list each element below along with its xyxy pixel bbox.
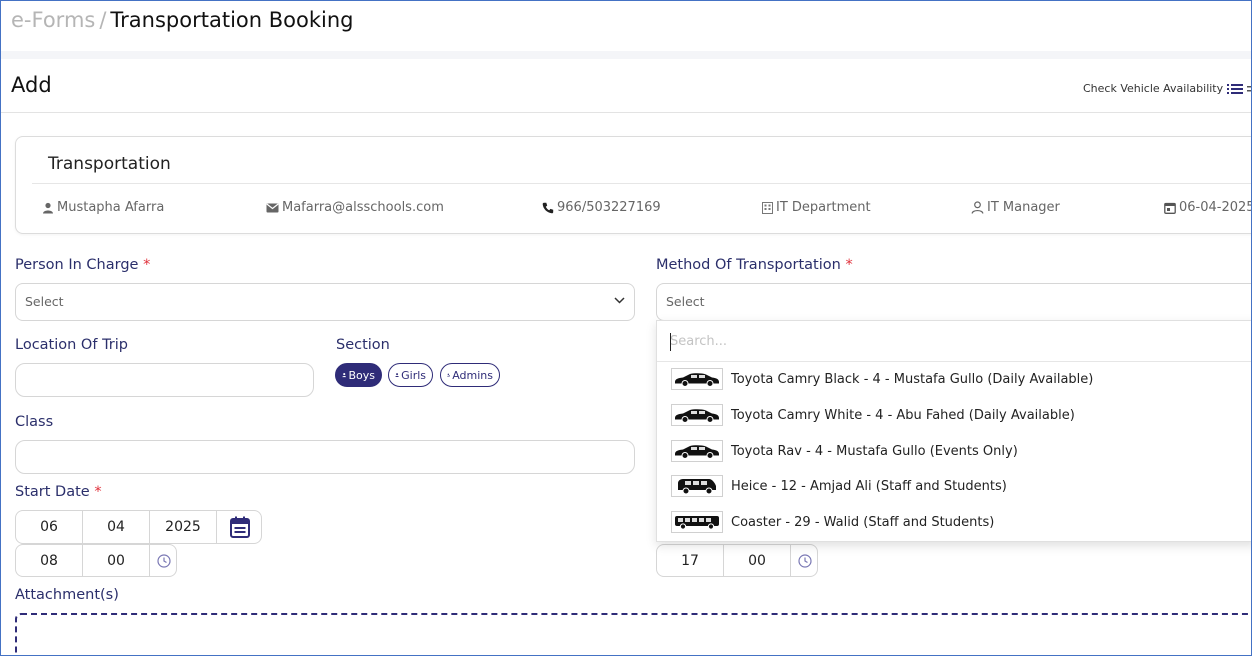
vehicle-option[interactable]: Toyota Camry Black - 4 - Mustafa Gullo (… (671, 367, 1093, 391)
method-select[interactable]: Select (656, 283, 1251, 321)
method-dropdown: Search... Toyota Camry Black - 4 - Musta… (656, 320, 1251, 542)
location-input[interactable] (15, 363, 314, 397)
start-day-field[interactable]: 06 (16, 511, 83, 543)
info-name-text: Mustapha Afarra (57, 200, 165, 215)
building-icon (762, 201, 773, 214)
method-placeholder: Select (666, 294, 705, 309)
vehicle-option-label: Coaster - 29 - Walid (Staff and Students… (731, 514, 995, 530)
user-shield-icon (447, 373, 451, 377)
top-bar: e-Forms / Transportation Booking (1, 1, 1251, 51)
person-in-charge-label: Person In Charge * (15, 257, 150, 273)
bus-icon (671, 511, 723, 533)
info-role-text: IT Manager (987, 200, 1060, 215)
info-date: 06-04-2025 (1164, 200, 1252, 215)
sedan-icon (671, 404, 723, 426)
section-label: Section (336, 337, 390, 353)
calendar-icon (1164, 202, 1176, 214)
start-clock-button[interactable] (150, 545, 178, 576)
person-in-charge-label-text: Person In Charge (15, 257, 139, 273)
vehicle-option[interactable]: Toyota Rav - 4 - Mustafa Gullo (Events O… (671, 439, 1018, 463)
list-icon (1227, 83, 1244, 94)
info-email-text: Mafarra@alsschools.com (282, 200, 444, 215)
vehicle-option[interactable]: Toyota Camry White - 4 - Abu Fahed (Dail… (671, 403, 1075, 427)
start-hour-field[interactable]: 08 (16, 545, 83, 576)
section-pill-girls[interactable]: Girls (388, 363, 433, 387)
clock-icon (798, 553, 812, 568)
header-divider (1, 112, 1251, 113)
required-marker: * (94, 484, 102, 500)
vehicle-option-label: Toyota Camry White - 4 - Abu Fahed (Dail… (731, 407, 1075, 423)
header-gap (1, 51, 1251, 59)
breadcrumb-current: Transportation Booking (110, 8, 354, 32)
info-card: Transportation Mustapha Afarra Mafarra@a… (15, 136, 1252, 234)
vehicle-option-label: Toyota Rav - 4 - Mustafa Gullo (Events O… (731, 443, 1018, 459)
section-pill-admins[interactable]: Admins (440, 363, 500, 387)
person-in-charge-placeholder: Select (25, 294, 64, 309)
attachment-dropzone[interactable] (15, 613, 1251, 655)
vehicle-option[interactable]: Heice - 12 - Amjad Ali (Staff and Studen… (671, 474, 1007, 498)
class-label: Class (15, 414, 54, 430)
section-pill-boys-label: Boys (348, 368, 375, 382)
info-email: Mafarra@alsschools.com (266, 200, 444, 215)
filter-icon[interactable] (1247, 84, 1252, 94)
method-label: Method Of Transportation * (656, 257, 853, 273)
vehicle-option[interactable]: Coaster - 29 - Walid (Staff and Students… (671, 510, 994, 534)
start-minute-field[interactable]: 00 (83, 545, 150, 576)
info-department-text: IT Department (776, 200, 871, 215)
page-title: Add (11, 73, 52, 97)
info-role: IT Manager (971, 200, 1060, 215)
required-marker: * (845, 257, 853, 273)
user-icon (43, 202, 53, 213)
van-icon (671, 475, 723, 497)
section-pill-admins-label: Admins (452, 368, 493, 382)
info-phone-text: 966/503227169 (557, 200, 661, 215)
card-title: Transportation (48, 154, 171, 174)
vehicle-option-label: Heice - 12 - Amjad Ali (Staff and Studen… (731, 478, 1007, 494)
app-frame: e-Forms / Transportation Booking Add Check… (0, 0, 1252, 656)
text-caret (670, 333, 671, 351)
breadcrumb-root[interactable]: e-Forms (11, 8, 95, 32)
info-date-text: 06-04-2025 (1179, 200, 1252, 215)
end-hour-field[interactable]: 17 (657, 545, 724, 576)
start-year-field[interactable]: 2025 (150, 511, 217, 543)
chevron-down-icon (614, 297, 625, 304)
class-input[interactable] (15, 440, 635, 474)
sedan-icon (671, 368, 723, 390)
person-in-charge-select[interactable]: Select (15, 283, 635, 321)
end-time-picker: 17 00 (656, 544, 818, 577)
dropdown-divider (657, 361, 1251, 362)
breadcrumb: e-Forms / Transportation Booking (11, 8, 353, 32)
method-label-text: Method Of Transportation (656, 257, 841, 273)
start-date-label: Start Date * (15, 484, 102, 500)
location-label: Location Of Trip (15, 337, 128, 353)
attachments-label: Attachment(s) (15, 587, 119, 603)
end-clock-button[interactable] (791, 545, 819, 576)
check-availability-link[interactable]: Check Vehicle Availability (1083, 82, 1252, 95)
clock-icon (157, 553, 171, 568)
start-date-label-text: Start Date (15, 484, 90, 500)
calendar-button[interactable] (217, 511, 263, 543)
end-minute-field[interactable]: 00 (724, 545, 791, 576)
section-pill-girls-label: Girls (401, 368, 426, 382)
vehicle-option-label: Toyota Camry Black - 4 - Mustafa Gullo (… (731, 371, 1094, 387)
card-divider (32, 183, 1251, 184)
dropdown-search-input[interactable]: Search... (670, 334, 727, 349)
envelope-icon (266, 203, 279, 212)
user-tie-icon (971, 201, 984, 214)
breadcrumb-separator: / (99, 8, 107, 32)
required-marker: * (143, 257, 151, 273)
user-icon (342, 373, 347, 378)
phone-icon (542, 202, 554, 213)
start-month-field[interactable]: 04 (83, 511, 150, 543)
start-time-picker: 08 00 (15, 544, 177, 577)
user-icon (395, 373, 399, 377)
info-department: IT Department (762, 200, 871, 215)
section-pill-boys[interactable]: Boys (335, 363, 382, 387)
sedan-icon (671, 440, 723, 462)
start-date-picker: 06 04 2025 (15, 510, 262, 544)
info-phone: 966/503227169 (542, 200, 661, 215)
calendar-icon (230, 516, 250, 538)
check-availability-label: Check Vehicle Availability (1083, 82, 1224, 95)
info-name: Mustapha Afarra (42, 200, 164, 215)
